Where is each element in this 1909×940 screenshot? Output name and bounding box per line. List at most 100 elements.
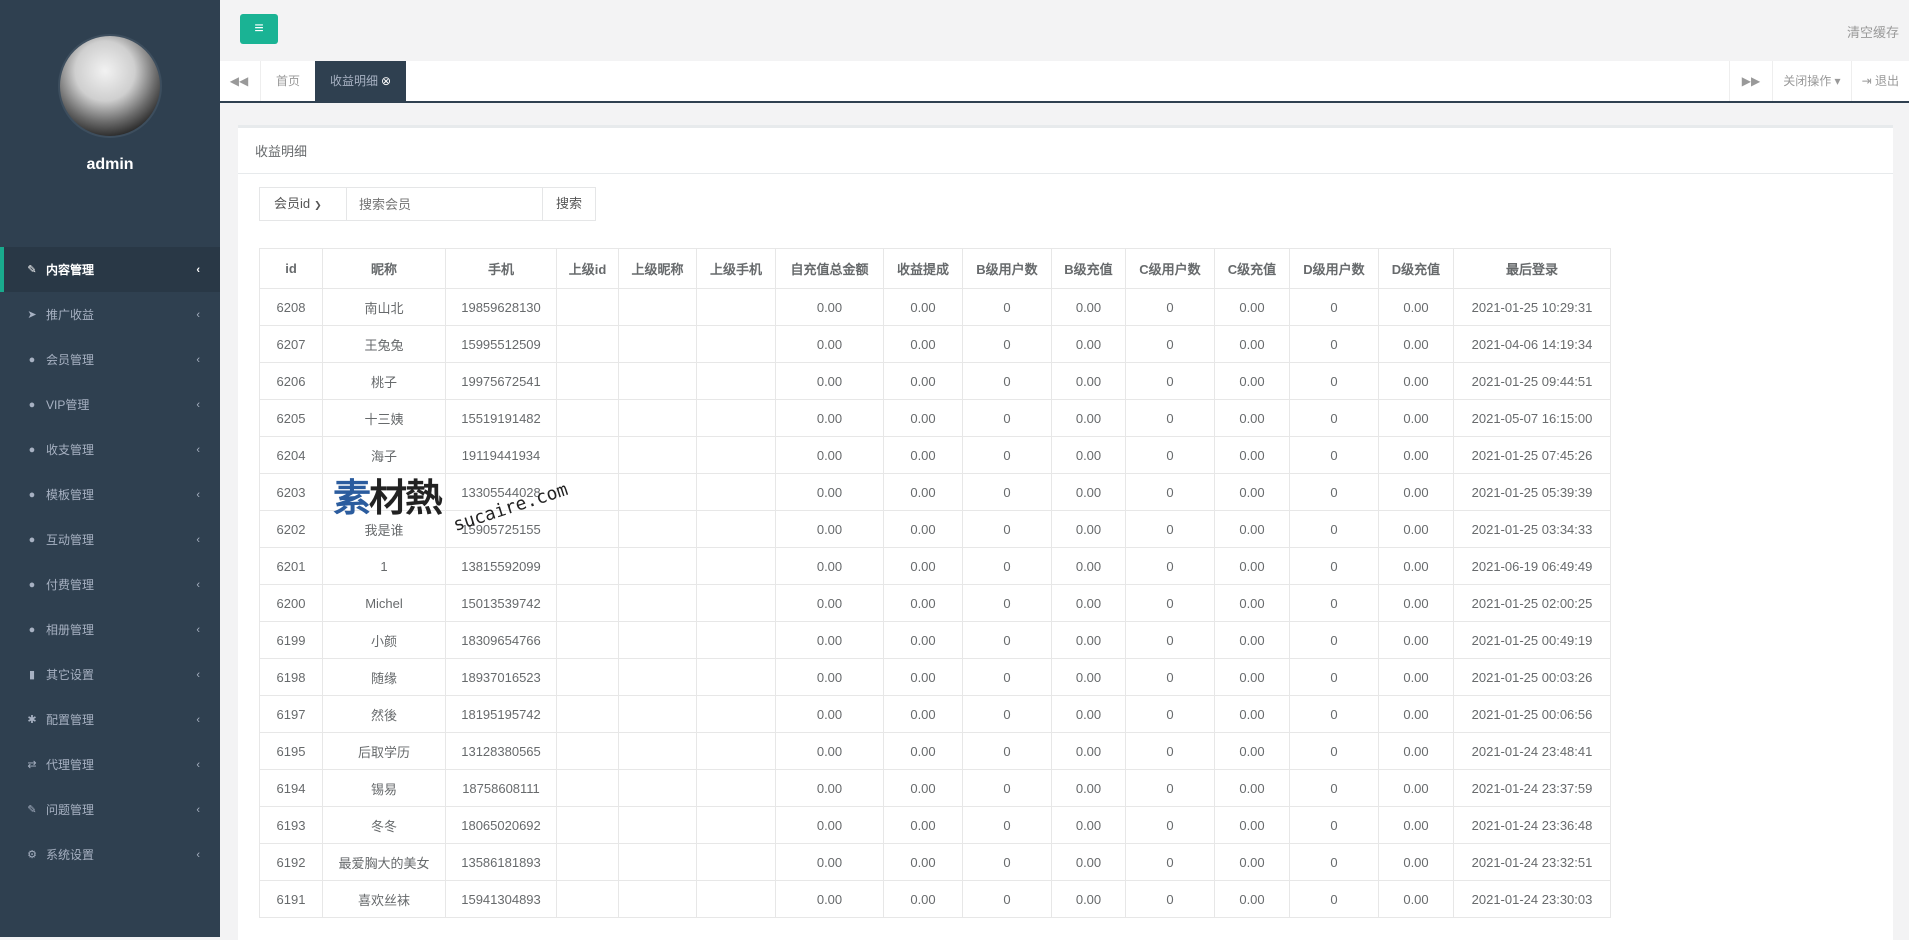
column-header[interactable]: 最后登录 [1453,248,1611,289]
table-cell: 0 [1289,843,1379,881]
table-row[interactable]: 6201 1 13815592099 0.00 0.00 0 0.00 0 0.00 0 0.00 2… [259,547,1611,585]
table-row[interactable]: 6191 喜欢丝袜 15941304893 0.00 0.00 0 0.00 0 0.00 0 0.… [259,880,1611,918]
sidebar-item-label: 相册管理 [46,623,95,637]
column-header[interactable]: C级充值 [1214,248,1290,289]
table-cell: 15995512509 [445,325,557,363]
table-cell: 6208 [259,288,323,326]
table-row[interactable]: 6207 王兔兔 15995512509 0.00 0.00 0 0.00 0 0.00 0 0.0… [259,325,1611,363]
table-cell: 6195 [259,732,323,770]
table-cell [696,325,776,363]
table-cell: 0.00 [1214,362,1290,400]
table-cell: 0.00 [883,399,963,437]
table-cell: 0.00 [775,288,884,326]
table-row[interactable]: 6197 然後 18195195742 0.00 0.00 0 0.00 0 0.00 0 0.00… [259,695,1611,733]
table-cell [556,695,619,733]
table-cell: 6198 [259,658,323,696]
sidebar-item-9[interactable]: ▮ 其它设置 ‹ [0,652,220,697]
close-tab-icon[interactable]: ⊗ [381,74,391,88]
table-cell [696,362,776,400]
sidebar-item-label: 会员管理 [46,353,95,367]
search-input[interactable] [347,187,543,221]
sidebar-item-11[interactable]: ⇄ 代理管理 ‹ [0,742,220,787]
column-header[interactable]: id [259,248,323,289]
table-cell: 随缘 [322,658,446,696]
column-header[interactable]: B级用户数 [962,248,1052,289]
tab-income-detail[interactable]: 收益明细 ⊗ [315,61,407,101]
sidebar-item-8[interactable]: ● 相册管理 ‹ [0,607,220,652]
table-row[interactable]: 6200 Michel 15013539742 0.00 0.00 0 0.00 0 0.00 0… [259,584,1611,622]
column-header[interactable]: 自充值总金额 [775,248,884,289]
table-row[interactable]: 6194 锡易 18758608111 0.00 0.00 0 0.00 0 0.00 0 0.00… [259,769,1611,807]
table-cell [556,436,619,474]
table-row[interactable]: 6203 13305544028 0.00 0.00 0 0.00 0 0.00 0 0.00 20… [259,473,1611,511]
column-header[interactable]: 上级手机 [696,248,776,289]
logout-link[interactable]: ⇥ 退出 [1850,61,1909,101]
user-icon: ● [28,623,36,636]
table-cell: 0 [1125,843,1215,881]
sidebar-item-2[interactable]: ● 会员管理 ‹ [0,337,220,382]
column-header[interactable]: B级充值 [1051,248,1126,289]
table-cell [696,806,776,844]
table-cell: 6204 [259,436,323,474]
table-cell: 0.00 [1378,473,1454,511]
sidebar-item-label: VIP管理 [46,398,90,412]
table-cell: 2021-01-24 23:32:51 [1453,843,1611,881]
sidebar-item-4[interactable]: ● 收支管理 ‹ [0,427,220,472]
table-row[interactable]: 6208 南山北 19859628130 0.00 0.00 0 0.00 0 0.00 0 0.0… [259,288,1611,326]
close-operations-dropdown[interactable]: 关闭操作 ▾ [1772,61,1850,101]
sidebar-item-7[interactable]: ● 付费管理 ‹ [0,562,220,607]
table-row[interactable]: 6195 后取学历 13128380565 0.00 0.00 0 0.00 0 0.00 0 0.… [259,732,1611,770]
sidebar-item-10[interactable]: ✱ 配置管理 ‹ [0,697,220,742]
table-cell: 0.00 [775,621,884,659]
table-cell: 0.00 [1051,399,1126,437]
table-row[interactable]: 6198 随缘 18937016523 0.00 0.00 0 0.00 0 0.00 0 0.00… [259,658,1611,696]
table-cell [618,621,697,659]
table-row[interactable]: 6205 十三姨 15519191482 0.00 0.00 0 0.00 0 0.00 0 0.0… [259,399,1611,437]
column-header[interactable]: 手机 [445,248,557,289]
table-cell: 0 [1125,362,1215,400]
search-field-select[interactable]: 会员id ❯ [259,187,347,221]
search-button[interactable]: 搜索 [543,187,596,221]
table-cell: 0.00 [1214,769,1290,807]
column-header[interactable]: D级用户数 [1289,248,1379,289]
user-icon: ● [28,353,36,366]
table-cell: 0 [962,362,1052,400]
sidebar-item-12[interactable]: ✎ 问题管理 ‹ [0,787,220,832]
table-cell [556,362,619,400]
tab-home[interactable]: 首页 [260,61,317,101]
sidebar-item-5[interactable]: ● 模板管理 ‹ [0,472,220,517]
table-cell: 0.00 [1051,288,1126,326]
table-row[interactable]: 6199 小颜 18309654766 0.00 0.00 0 0.00 0 0.00 0 0.00… [259,621,1611,659]
table-row[interactable]: 6204 海子 19119441934 0.00 0.00 0 0.00 0 0.00 0 0.00… [259,436,1611,474]
sidebar-item-6[interactable]: ● 互动管理 ‹ [0,517,220,562]
table-cell: 0 [1289,658,1379,696]
watermark-logo: 素材熱 [333,475,443,520]
username[interactable]: admin [0,156,220,174]
clear-cache-link[interactable]: 清空缓存 [1847,22,1899,41]
column-header[interactable]: D级充值 [1378,248,1454,289]
sidebar-item-3[interactable]: ● VIP管理 ‹ [0,382,220,427]
sidebar-item-1[interactable]: ➤ 推广收益 ‹ [0,292,220,337]
column-header[interactable]: 上级id [556,248,619,289]
column-header[interactable]: 昵称 [322,248,446,289]
table-row[interactable]: 6193 冬冬 18065020692 0.00 0.00 0 0.00 0 0.00 0 0.00… [259,806,1611,844]
tabs-back-icon[interactable]: ◀◀ [220,61,258,101]
column-header[interactable]: C级用户数 [1125,248,1215,289]
table-row[interactable]: 6192 最爱胸大的美女 13586181893 0.00 0.00 0 0.00 0 0.00… [259,843,1611,881]
tabs-forward-icon[interactable]: ▶▶ [1728,61,1772,101]
sidebar-item-13[interactable]: ⚙ 系统设置 ‹ [0,832,220,877]
table-cell: 0.00 [1051,584,1126,622]
table-cell: 0.00 [1051,325,1126,363]
table-cell: 0.00 [1378,880,1454,918]
column-header[interactable]: 收益提成 [883,248,963,289]
avatar[interactable] [58,34,162,138]
table-cell: 0.00 [775,547,884,585]
table-cell: 0 [1125,695,1215,733]
table-row[interactable]: 6206 桃子 19975672541 0.00 0.00 0 0.00 0 0.00 0 0.00… [259,362,1611,400]
menu-toggle-button[interactable]: ≡ [240,14,278,44]
sidebar-item-0[interactable]: ✎ 内容管理 ‹ [0,247,220,292]
sign-out-icon: ⇥ [1861,74,1872,88]
table-cell: 0.00 [883,436,963,474]
sidebar-item-label: 互动管理 [46,533,95,547]
column-header[interactable]: 上级昵称 [618,248,697,289]
